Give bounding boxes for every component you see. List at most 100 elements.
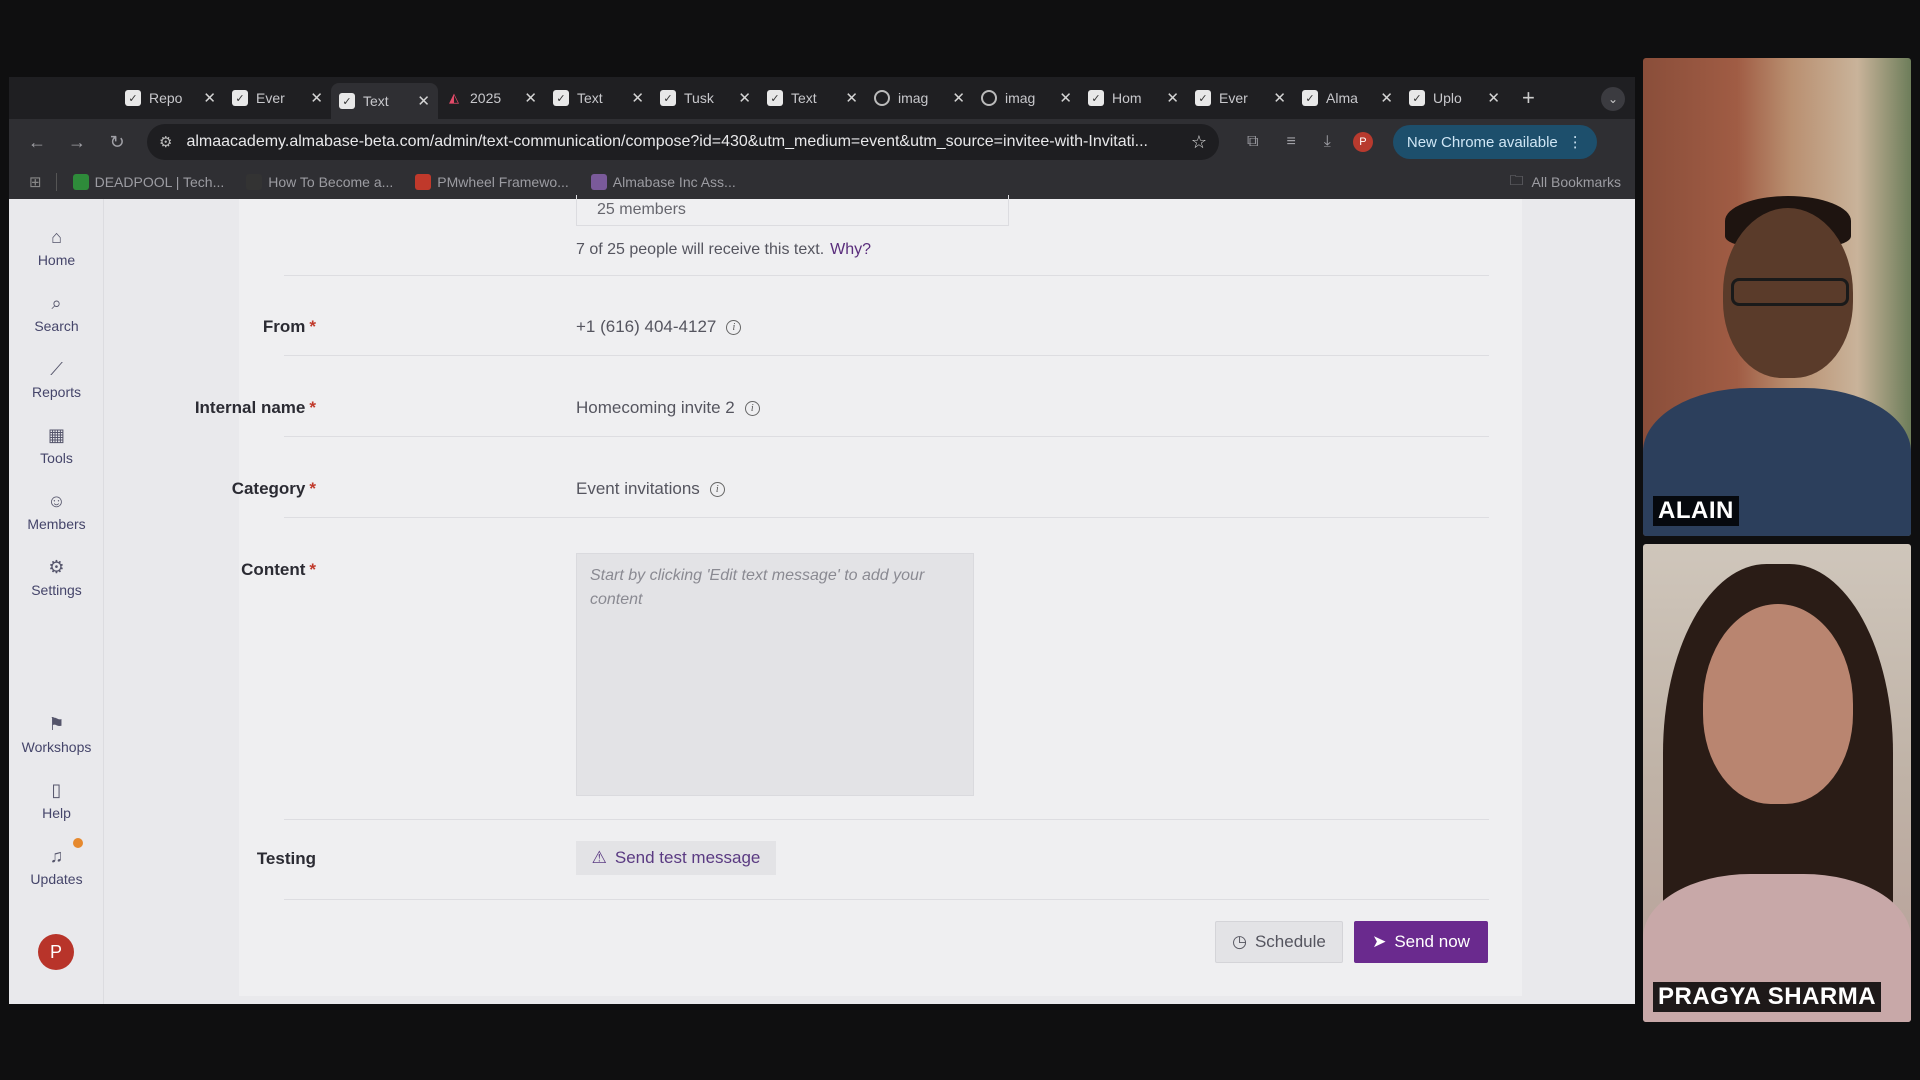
sidebar-item-updates[interactable]: ♫ Updates xyxy=(9,846,104,887)
video-tile-participant-2: PRAGYA SHARMA xyxy=(1643,544,1911,1022)
address-bar[interactable]: ⚙ almaacademy.almabase-beta.com/admin/te… xyxy=(147,124,1219,160)
close-tab-icon[interactable]: ✕ xyxy=(203,89,216,107)
info-icon[interactable]: i xyxy=(744,400,760,416)
close-tab-icon[interactable]: ✕ xyxy=(952,89,965,107)
browser-window: ✓ Repo ✕ ✓ Ever ✕ ✓ Text ✕ ◭ 2025 ✕ ✓ Text ✕ ✓ Tusk ✕ ✓ Tex… xyxy=(9,77,1635,1004)
close-tab-icon[interactable]: ✕ xyxy=(1273,89,1286,107)
recipients-note-row: 7 of 25 people will receive this text. W… xyxy=(576,241,871,259)
download-icon[interactable]: ⤓ xyxy=(1324,133,1331,151)
bookmark-favicon-icon xyxy=(72,174,89,190)
checkbox-favicon-icon: ✓ xyxy=(767,90,783,106)
profile-avatar[interactable]: P xyxy=(1352,132,1373,152)
info-icon[interactable]: i xyxy=(709,481,725,497)
tab-title: imag xyxy=(1005,90,1036,106)
browser-tab[interactable]: ✓ Hom ✕ xyxy=(1080,83,1187,113)
divider xyxy=(284,275,1489,276)
close-tab-icon[interactable]: ✕ xyxy=(1166,89,1179,107)
bookmark-label: PMwheel Framewo... xyxy=(437,174,569,190)
sidebar-item-settings[interactable]: ⚙ Settings xyxy=(9,557,104,598)
browser-tab[interactable]: ◭ 2025 ✕ xyxy=(438,83,545,113)
bookmark-star-icon[interactable]: ☆ xyxy=(1191,132,1207,153)
tab-search-button[interactable]: ⌄ xyxy=(1601,87,1625,111)
browser-tab[interactable]: imag ✕ xyxy=(866,83,973,113)
all-bookmarks[interactable]: 🗀 All Bookmarks xyxy=(1510,170,1621,194)
extensions-icon[interactable]: ⧉ xyxy=(1247,133,1258,151)
browser-tab[interactable]: ✓ Text ✕ xyxy=(759,83,866,113)
sidebar-item-members[interactable]: ☺ Members xyxy=(9,491,104,532)
browser-tab[interactable]: ✓ Repo ✕ xyxy=(117,83,224,113)
participant-name: ALAIN xyxy=(1653,496,1739,526)
back-icon[interactable]: ← xyxy=(23,132,51,153)
bookmark-item[interactable]: DEADPOOL | Tech... xyxy=(72,174,224,190)
menu-dots-icon[interactable]: ⋮ xyxy=(1568,133,1583,151)
tab-title: Ever xyxy=(1219,90,1248,106)
compose-form: 25 members 7 of 25 people will receive t… xyxy=(195,195,1522,996)
checkbox-favicon-icon: ✓ xyxy=(232,90,248,106)
divider xyxy=(284,819,1489,820)
bell-icon: ♫ xyxy=(49,846,64,866)
new-tab-button[interactable]: + xyxy=(1522,85,1535,111)
sidebar-item-workshops[interactable]: ⚑ Workshops xyxy=(9,714,104,755)
browser-tab[interactable]: ✓ Text ✕ xyxy=(545,83,652,113)
sidebar-item-tools[interactable]: ▦ Tools xyxy=(9,425,104,466)
sidebar-item-label: Tools xyxy=(40,450,73,466)
close-tab-icon[interactable]: ✕ xyxy=(845,89,858,107)
tab-strip: ✓ Repo ✕ ✓ Ever ✕ ✓ Text ✕ ◭ 2025 ✕ ✓ Text ✕ ✓ Tusk ✕ ✓ Tex… xyxy=(9,77,1635,119)
close-tab-icon[interactable]: ✕ xyxy=(1380,89,1393,107)
close-tab-icon[interactable]: ✕ xyxy=(738,89,751,107)
why-link[interactable]: Why? xyxy=(830,241,871,259)
info-icon[interactable]: i xyxy=(726,319,742,335)
site-settings-icon[interactable]: ⚙ xyxy=(159,133,172,151)
bookmark-item[interactable]: PMwheel Framewo... xyxy=(415,174,569,190)
media-icon[interactable]: ≡ xyxy=(1286,133,1295,151)
bookmark-label: Almabase Inc Ass... xyxy=(612,174,736,190)
browser-tab[interactable]: ✓ Alma ✕ xyxy=(1294,83,1401,113)
sidebar-item-label: Members xyxy=(27,516,86,532)
checkbox-favicon-icon: ✓ xyxy=(125,90,141,106)
video-tile-participant-1: ALAIN xyxy=(1643,58,1911,536)
participant-video xyxy=(1703,604,1853,804)
close-tab-icon[interactable]: ✕ xyxy=(524,89,537,107)
browser-tab[interactable]: ✓ Ever ✕ xyxy=(1187,83,1294,113)
people-icon: ☺ xyxy=(47,491,66,511)
send-test-message-button[interactable]: ⚠ Send test message xyxy=(576,841,776,875)
globe-icon xyxy=(981,90,997,106)
browser-tab[interactable]: imag ✕ xyxy=(973,83,1080,113)
bookmark-label: How To Become a... xyxy=(268,174,394,190)
clock-icon: ◷ xyxy=(1232,932,1247,951)
schedule-button[interactable]: ◷ Schedule xyxy=(1215,921,1343,963)
reload-icon[interactable]: ↻ xyxy=(103,132,131,153)
bookmark-favicon-icon xyxy=(590,174,607,190)
bookmark-item[interactable]: How To Become a... xyxy=(246,174,393,190)
close-tab-icon[interactable]: ✕ xyxy=(417,92,430,110)
send-now-button[interactable]: ➤ Send now xyxy=(1354,921,1488,963)
tab-title: Tusk xyxy=(684,90,714,106)
new-chrome-button[interactable]: New Chrome available ⋮ xyxy=(1392,125,1597,159)
close-tab-icon[interactable]: ✕ xyxy=(310,89,323,107)
close-tab-icon[interactable]: ✕ xyxy=(1059,89,1072,107)
user-avatar[interactable]: P xyxy=(38,934,74,970)
warning-icon: ⚠ xyxy=(591,848,607,867)
browser-tab[interactable]: ✓ Tusk ✕ xyxy=(652,83,759,113)
browser-tab[interactable]: ✓ Uplo ✕ xyxy=(1401,83,1508,113)
content-preview[interactable]: Start by clicking 'Edit text message' to… xyxy=(576,553,974,796)
bookmark-item[interactable]: Almabase Inc Ass... xyxy=(590,174,736,190)
close-tab-icon[interactable]: ✕ xyxy=(631,89,644,107)
sidebar-item-help[interactable]: ▯ Help xyxy=(9,780,104,821)
sidebar-item-home[interactable]: ⌂ Home xyxy=(9,227,104,268)
checkbox-favicon-icon: ✓ xyxy=(553,90,569,106)
sidebar-item-search[interactable]: ⌕ Search xyxy=(9,293,104,334)
sidebar-item-label: Help xyxy=(42,805,71,821)
internal-name-value: Homecoming invite 2 xyxy=(576,398,735,417)
sidebar-item-label: Settings xyxy=(31,582,82,598)
browser-tab[interactable]: ✓ Text ✕ xyxy=(331,83,438,119)
tab-title: 2025 xyxy=(470,90,502,106)
url-text[interactable]: almaacademy.almabase-beta.com/admin/text… xyxy=(186,133,1190,151)
apps-grid-icon[interactable]: ⊞ xyxy=(29,173,42,191)
browser-toolbar: ← → ↻ ⚙ almaacademy.almabase-beta.com/ad… xyxy=(9,119,1635,165)
sidebar-item-reports[interactable]: ⟋ Reports xyxy=(9,359,104,400)
tab-favicon-icon: ◭ xyxy=(449,90,459,105)
close-tab-icon[interactable]: ✕ xyxy=(1487,89,1500,107)
browser-tab[interactable]: ✓ Ever ✕ xyxy=(224,83,331,113)
forward-icon[interactable]: → xyxy=(63,132,91,153)
